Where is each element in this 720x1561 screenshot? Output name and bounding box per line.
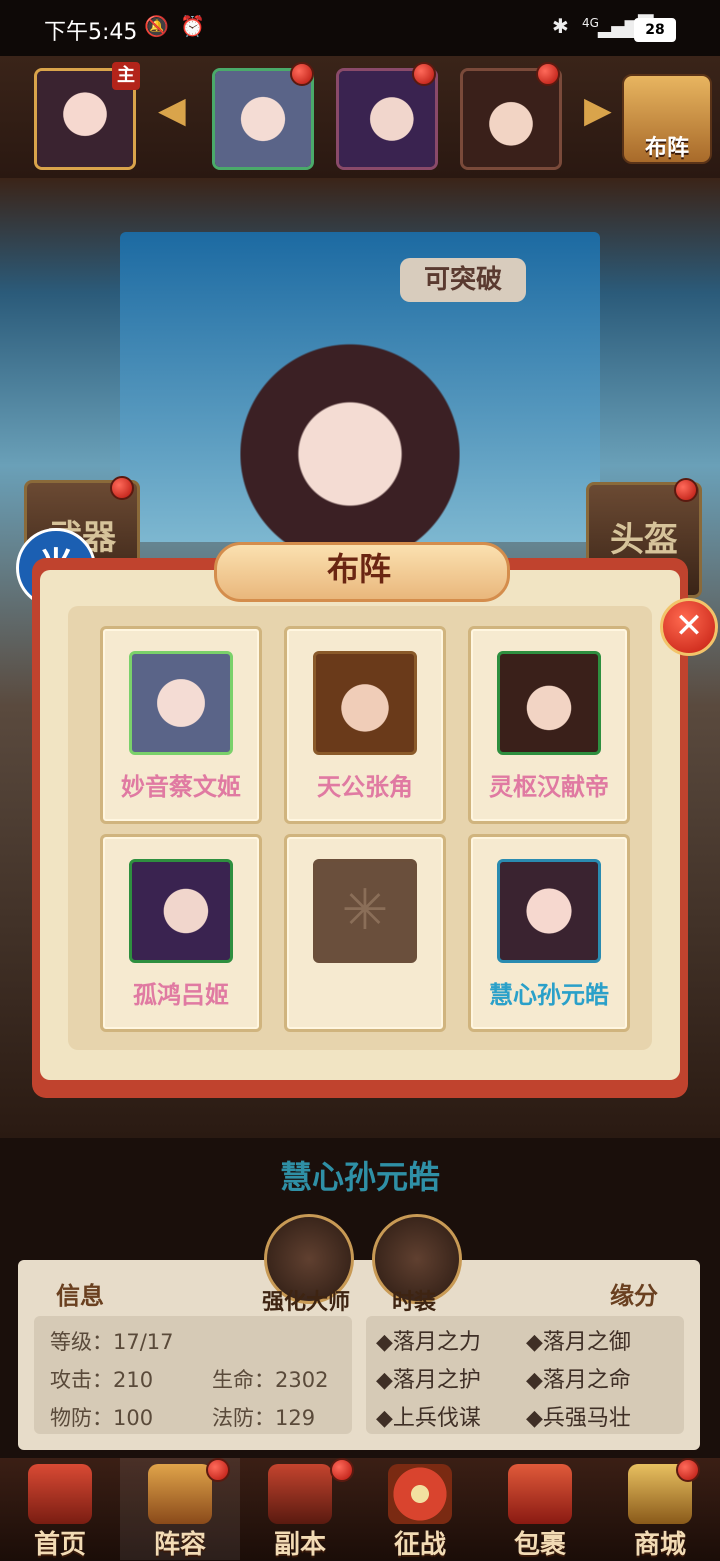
hero-avatar	[497, 859, 601, 963]
stat-pdef: 物防：100	[50, 1406, 154, 1430]
stat-hp: 生命：2302	[212, 1368, 329, 1392]
arrow-left-icon[interactable]: ◀	[158, 90, 186, 131]
hero-avatar	[313, 651, 417, 755]
nav-campaign[interactable]: 征战	[360, 1458, 480, 1560]
fashion-label: 时装	[392, 1290, 437, 1315]
hero-name: 慧心孙元皓	[279, 1158, 440, 1196]
battery-icon: 28	[634, 18, 676, 42]
hero-avatar	[129, 651, 233, 755]
dungeon-icon	[268, 1464, 332, 1524]
arrow-right-icon[interactable]: ▶	[584, 90, 612, 131]
formation-slot-empty[interactable]: ✳	[284, 834, 446, 1032]
status-bar: 下午5:45 🔕 ⏰ ✱ 4G ▂▄▆█ 28	[0, 0, 720, 56]
stat-level: 等级：17/17	[50, 1330, 174, 1354]
nav-label: 副本	[273, 1530, 326, 1560]
slot-hero-name: 妙音蔡文姬	[121, 773, 241, 801]
slot-hero-name: 慧心孙元皓	[489, 981, 609, 1009]
fate-title: 缘分	[610, 1282, 658, 1310]
formation-slot-1[interactable]: 妙音蔡文姬	[100, 626, 262, 824]
nav-shop[interactable]: 商城	[600, 1458, 720, 1560]
status-time: 下午5:45	[44, 20, 138, 45]
notification-dot	[206, 1458, 230, 1482]
slot-hero-name: 孤鸿吕姬	[133, 981, 229, 1009]
fate-item[interactable]: ◆落月之命	[526, 1362, 631, 1394]
nav-label: 首页	[33, 1530, 86, 1560]
fate-item[interactable]: ◆兵强马壮	[526, 1400, 631, 1432]
slot-hero-name: 灵枢汉献帝	[489, 773, 609, 801]
strengthen-master-label: 强化大师	[262, 1290, 351, 1315]
formation-button-label: 布阵	[644, 136, 689, 161]
notification-dot	[290, 62, 314, 86]
info-title: 信息	[56, 1282, 104, 1310]
modal-title: 布阵	[326, 550, 391, 588]
notification-dot	[330, 1458, 354, 1482]
nav-bag[interactable]: 包裹	[480, 1458, 600, 1560]
mute-icon: 🔕	[144, 14, 169, 38]
notification-dot	[412, 62, 436, 86]
nav-label: 包裹	[513, 1530, 566, 1560]
battery-level: 28	[645, 22, 665, 38]
nav-label: 征战	[393, 1530, 446, 1560]
notification-dot	[676, 1458, 700, 1482]
bag-icon	[508, 1464, 572, 1524]
nav-label: 阵容	[153, 1530, 206, 1560]
fate-item[interactable]: ◆上兵伐谋	[376, 1400, 481, 1432]
network-type: 4G	[582, 16, 599, 30]
stat-mdef: 法防：129	[212, 1406, 316, 1430]
home-icon	[28, 1464, 92, 1524]
notification-dot	[110, 476, 134, 500]
lineup-icon	[148, 1464, 212, 1524]
fate-item[interactable]: ◆落月之护	[376, 1362, 481, 1394]
hero-avatar	[129, 859, 233, 963]
target-icon	[388, 1464, 452, 1524]
main-badge: 主	[112, 62, 140, 90]
hero-illustration	[240, 310, 460, 550]
hero-avatar	[497, 651, 601, 755]
stat-attack: 攻击：210	[50, 1368, 154, 1392]
breakthrough-bubble[interactable]: 可突破	[400, 258, 526, 302]
formation-slot-6[interactable]: 慧心孙元皓	[468, 834, 630, 1032]
notification-dot	[674, 478, 698, 502]
empty-slot-icon: ✳	[313, 859, 417, 963]
formation-slot-4[interactable]: 孤鸿吕姬	[100, 834, 262, 1032]
close-button[interactable]: ✕	[660, 598, 718, 656]
fate-item[interactable]: ◆落月之力	[376, 1324, 481, 1356]
slot-hero-name: 天公张角	[317, 773, 413, 801]
formation-slot-2[interactable]: 天公张角	[284, 626, 446, 824]
bluetooth-icon: ✱	[552, 14, 569, 38]
nav-home[interactable]: 首页	[0, 1458, 120, 1560]
formation-slot-3[interactable]: 灵枢汉献帝	[468, 626, 630, 824]
nav-label: 商城	[633, 1530, 686, 1560]
notification-dot	[536, 62, 560, 86]
formation-button[interactable]: 布阵	[622, 74, 712, 164]
fate-item[interactable]: ◆落月之御	[526, 1324, 631, 1356]
alarm-icon: ⏰	[180, 14, 205, 38]
